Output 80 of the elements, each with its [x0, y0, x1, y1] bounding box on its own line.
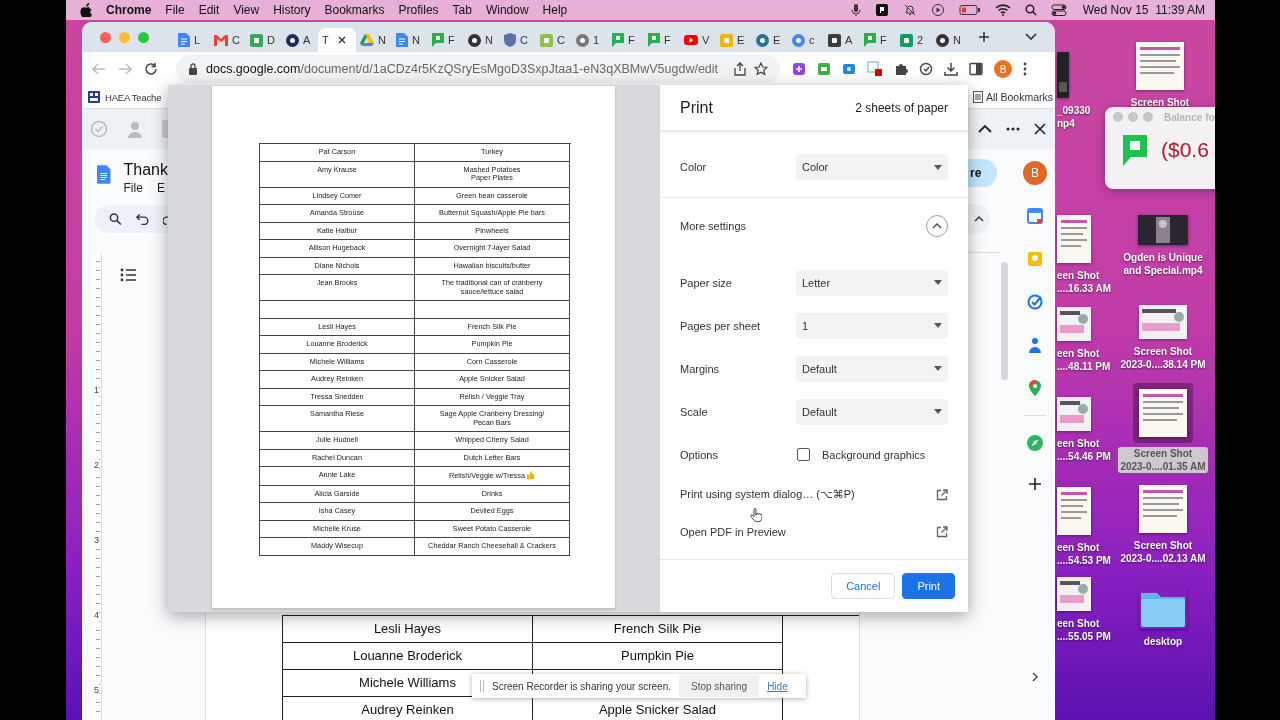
browser-tab[interactable]: D [246, 28, 282, 52]
window-title: Balance fo [1164, 111, 1215, 123]
dialog-title: Print [680, 98, 713, 117]
dropdown[interactable]: Default [796, 355, 948, 382]
menu-item[interactable]: Help [542, 3, 568, 17]
browser-tab[interactable]: N [392, 28, 428, 52]
file-label[interactable]: Ogden is Unique and Special.mp4 [1121, 251, 1205, 277]
file-label[interactable]: Screen Shot 2023-0....38.14 PM [1118, 345, 1208, 371]
dialog-link[interactable]: Open PDF in Preview [680, 525, 786, 538]
browser-tab[interactable]: A [282, 28, 318, 52]
checkbox-label: Background graphics [822, 448, 926, 461]
menu-item[interactable]: View [233, 3, 260, 17]
url-text: docs.google.com/document/d/1aCDz4r5KzQSryEsMgoD3SxpJtaa1-eN3qXBMwV5ugdw/edit [206, 62, 719, 76]
browser-tab[interactable]: N [356, 28, 392, 52]
menu-item[interactable]: Bookmarks [324, 3, 385, 17]
file-label[interactable]: Screen Shot [1128, 96, 1192, 109]
address-bar[interactable]: docs.google.com/document/d/1aCDz4r5KzQSryEsMgoD3SxpJtaa1-eN3qXBMwV5ugdw/edit [176, 55, 780, 83]
browser-tab[interactable]: A [824, 28, 860, 52]
menu-item[interactable]: File [165, 3, 185, 17]
table-cell: French Silk Pie [533, 616, 783, 643]
sheet-count: 2 sheets of paper [855, 100, 948, 115]
browser-tab[interactable]: E [752, 28, 788, 52]
balance-amount: ($0.6 [1161, 138, 1209, 162]
setting-label: Paper size [680, 276, 733, 289]
document-title[interactable]: Thank [123, 161, 168, 179]
share-button[interactable]: re [968, 159, 997, 187]
setting-label: More settings [680, 220, 748, 232]
menu-item[interactable]: File [123, 181, 143, 195]
dropdown[interactable]: Letter [796, 269, 948, 296]
browser-tab[interactable]: N [464, 28, 500, 52]
file-label[interactable]: desktop [1141, 635, 1185, 648]
file-label[interactable]: een Shot ....16.33 AM [1055, 269, 1114, 295]
browser-tab[interactable]: V [680, 28, 716, 52]
clock: Wed Nov 15 11:39 AM [1082, 3, 1205, 17]
browser-tab[interactable]: N [932, 28, 968, 52]
setting-label: Color [680, 161, 708, 173]
table-cell: Lesli Hayes [283, 616, 533, 643]
menu-item[interactable]: Edit [198, 3, 220, 17]
setting-label: Options [680, 448, 719, 461]
file-label[interactable]: Screen Shot 2023-0....02.13 AM [1118, 539, 1208, 565]
print-button[interactable]: Print [902, 573, 955, 599]
app-menu[interactable]: Chrome [106, 3, 152, 17]
menu-item[interactable]: Tab [452, 3, 472, 17]
browser-tab[interactable]: F [428, 28, 464, 52]
browser-tab[interactable]: c [788, 28, 824, 52]
browser-tab[interactable]: F [860, 28, 896, 52]
menu-item[interactable]: Window [485, 3, 529, 17]
table-cell: Pumpkin Pie [533, 643, 783, 670]
file-label[interactable]: een Shot ....54.46 PM [1055, 437, 1113, 463]
file-label[interactable]: een Shot ....55.05 PM [1055, 617, 1113, 643]
browser-tab[interactable]: 2 [896, 28, 932, 52]
browser-tab[interactable]: C [536, 28, 572, 52]
cancel-button[interactable]: Cancel [831, 573, 896, 599]
stop-sharing-button[interactable]: Stop sharing [679, 675, 760, 697]
dropdown[interactable]: Color [796, 154, 948, 180]
browser-tab[interactable]: F [644, 28, 680, 52]
browser-tab[interactable]: F [608, 28, 644, 52]
file-label[interactable]: Screen Shot 2023-0....01.35 AM [1118, 447, 1208, 473]
dropdown[interactable]: Default [796, 398, 948, 425]
file-label[interactable]: een Shot ....54.53 PM [1055, 541, 1113, 567]
dropdown[interactable]: 1 [796, 312, 948, 339]
menu-item[interactable]: Profiles [398, 3, 439, 17]
bookmarks-folder[interactable]: All Bookmarks [972, 91, 1053, 103]
browser-tab[interactable]: L [174, 28, 210, 52]
browser-tab[interactable]: E [716, 28, 752, 52]
hide-link[interactable]: Hide [767, 680, 788, 692]
browser-tab[interactable]: 1 [572, 28, 608, 52]
menu-item[interactable]: History [273, 3, 311, 17]
bookmark-link[interactable]: HAEA Teache [88, 91, 162, 103]
menu-item[interactable]: E [156, 181, 165, 195]
file-label[interactable]: _09330 np4 [1055, 104, 1093, 130]
browser-tab[interactable]: C [500, 28, 536, 52]
file-label[interactable]: een Shot ....48.11 PM [1055, 347, 1113, 373]
setting-label: Margins [680, 362, 721, 375]
browser-tab[interactable]: T [318, 28, 356, 52]
setting-label: Pages per sheet [680, 319, 762, 332]
browser-tab[interactable]: C [210, 28, 246, 52]
table-cell: Louanne Broderick [283, 643, 533, 670]
dialog-link[interactable]: Print using system dialog… (⌥⌘P) [680, 488, 855, 501]
setting-label: Scale [680, 405, 709, 418]
